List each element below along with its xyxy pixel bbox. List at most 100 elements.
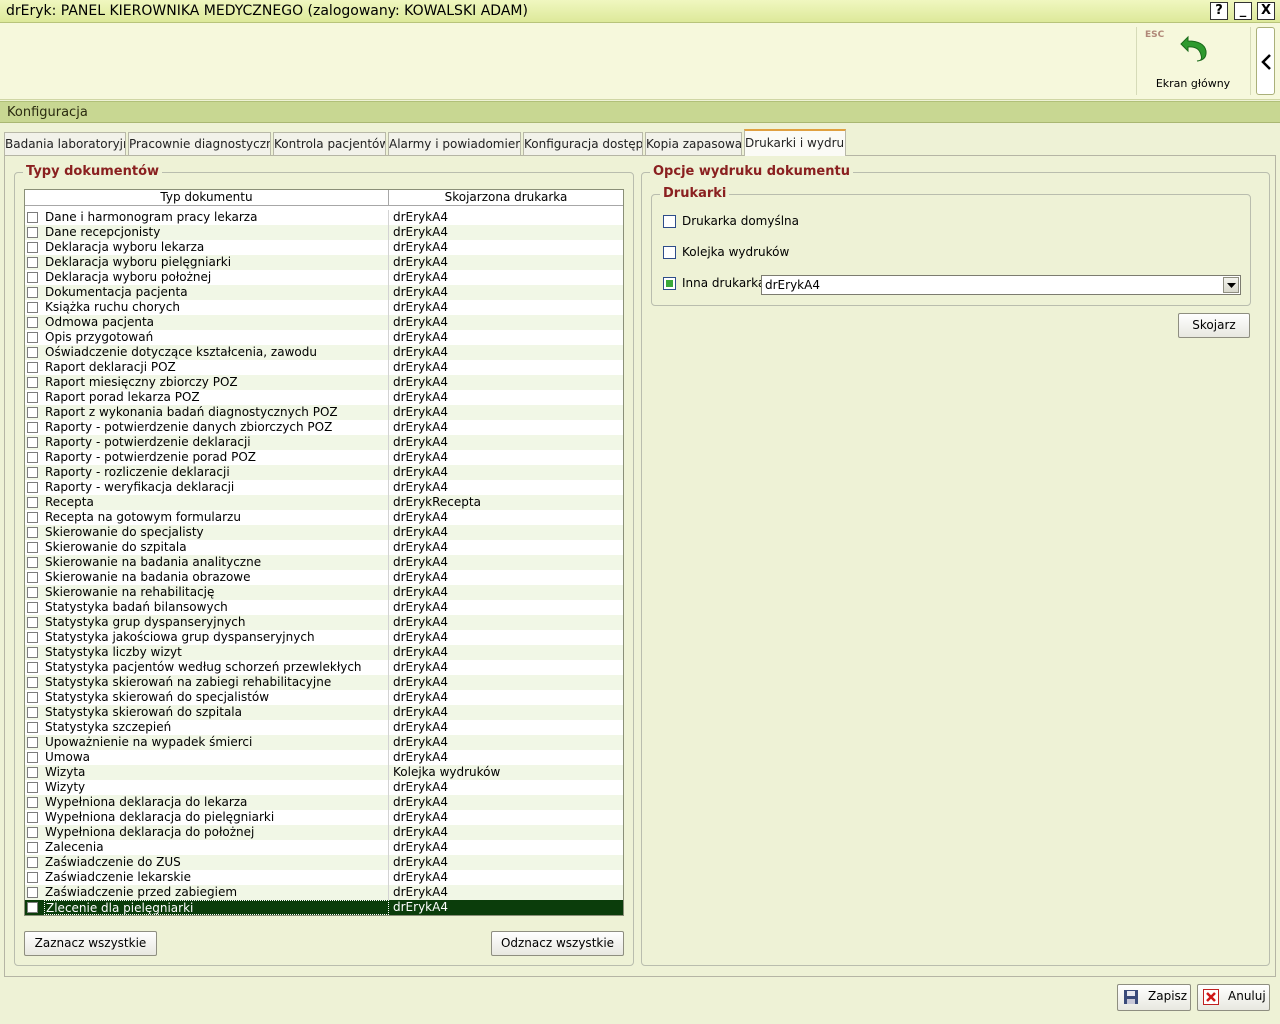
table-row[interactable]: Umowa drErykA4 (25, 750, 623, 765)
print-queue-checkbox[interactable] (663, 246, 676, 259)
row-checkbox[interactable] (27, 707, 38, 718)
row-checkbox[interactable] (27, 902, 38, 913)
table-row[interactable]: Statystyka badań bilansowych drErykA4 (25, 600, 623, 615)
row-checkbox[interactable] (27, 407, 38, 418)
default-printer-checkbox[interactable] (663, 215, 676, 228)
table-row[interactable]: Statystyka pacjentów według schorzeń prz… (25, 660, 623, 675)
table-row[interactable]: Raport deklaracji POZ drErykA4 (25, 360, 623, 375)
table-row[interactable]: Raporty - potwierdzenie porad POZ drErykA… (25, 450, 623, 465)
row-checkbox[interactable] (27, 812, 38, 823)
row-checkbox[interactable] (27, 257, 38, 268)
row-checkbox[interactable] (27, 272, 38, 283)
row-checkbox[interactable] (27, 227, 38, 238)
row-checkbox[interactable] (27, 737, 38, 748)
row-checkbox[interactable] (27, 842, 38, 853)
table-row[interactable]: Recepta drErykRecepta (25, 495, 623, 510)
row-checkbox[interactable] (27, 332, 38, 343)
table-row[interactable]: Oświadczenie dotyczące kształcenia, zawo… (25, 345, 623, 360)
other-printer-select[interactable]: drErykA4 (761, 275, 1241, 295)
table-row[interactable]: Statystyka jakościowa grup dyspanseryjny… (25, 630, 623, 645)
table-row[interactable]: Wizyty drErykA4 (25, 780, 623, 795)
row-checkbox[interactable] (27, 482, 38, 493)
row-checkbox[interactable] (27, 617, 38, 628)
table-row[interactable]: Statystyka skierowań do szpitala drErykA4 (25, 705, 623, 720)
row-checkbox[interactable] (27, 377, 38, 388)
table-row[interactable]: Skierowanie na badania obrazowe drErykA4 (25, 570, 623, 585)
row-checkbox[interactable] (27, 857, 38, 868)
row-checkbox[interactable] (27, 542, 38, 553)
collapse-panel-button[interactable] (1256, 27, 1275, 95)
tab-kontrola-pacjentow[interactable]: Kontrola pacjentów (273, 132, 386, 156)
table-row[interactable]: Książka ruchu chorych drErykA4 (25, 300, 623, 315)
table-row[interactable]: Statystyka skierowań na zabiegi rehabili… (25, 675, 623, 690)
help-button[interactable]: ? (1210, 2, 1228, 20)
table-row[interactable]: Skierowanie do specjalisty drErykA4 (25, 525, 623, 540)
row-checkbox[interactable] (27, 242, 38, 253)
home-screen-button[interactable]: Ekran główny (1146, 31, 1240, 95)
row-checkbox[interactable] (27, 572, 38, 583)
table-row[interactable]: Wypełniona deklaracja do pielęgniarki drE… (25, 810, 623, 825)
cancel-button[interactable]: Anuluj (1197, 984, 1270, 1011)
row-checkbox[interactable] (27, 602, 38, 613)
row-checkbox[interactable] (27, 692, 38, 703)
row-checkbox[interactable] (27, 437, 38, 448)
table-row[interactable]: Raport z wykonania badań diagnostycznych… (25, 405, 623, 420)
doc-types-table[interactable]: Typ dokumentu Skojarzona drukarka Dane i… (24, 189, 624, 916)
table-row[interactable]: Zlecenie dla pielęgniarki drErykA4 (25, 900, 623, 915)
table-row[interactable]: Zalecenia drErykA4 (25, 840, 623, 855)
tab-badania-laboratoryjne[interactable]: Badania laboratoryjne (4, 132, 126, 156)
table-row[interactable]: Dane i harmonogram pracy lekarza drErykA4 (25, 210, 623, 225)
tab-konfiguracja-dostepu[interactable]: Konfiguracja dostępu (523, 132, 643, 156)
row-checkbox[interactable] (27, 632, 38, 643)
select-all-button[interactable]: Zaznacz wszystkie (24, 931, 157, 956)
row-checkbox[interactable] (27, 512, 38, 523)
row-checkbox[interactable] (27, 782, 38, 793)
row-checkbox[interactable] (27, 497, 38, 508)
row-checkbox[interactable] (27, 677, 38, 688)
associate-button[interactable]: Skojarz (1178, 313, 1250, 338)
row-checkbox[interactable] (27, 872, 38, 883)
table-row[interactable]: Deklaracja wyboru pielęgniarki drErykA4 (25, 255, 623, 270)
deselect-all-button[interactable]: Odznacz wszystkie (491, 931, 624, 956)
save-button[interactable]: Zapisz (1117, 984, 1191, 1011)
minimize-button[interactable]: _ (1234, 2, 1252, 20)
table-row[interactable]: Wypełniona deklaracja do lekarza drErykA4 (25, 795, 623, 810)
table-row[interactable]: Skierowanie na rehabilitację drErykA4 (25, 585, 623, 600)
row-checkbox[interactable] (27, 362, 38, 373)
tab-pracownie-diagnostyczne[interactable]: Pracownie diagnostyczne (128, 132, 271, 156)
row-checkbox[interactable] (27, 647, 38, 658)
table-row[interactable]: Raporty - rozliczenie deklaracji drErykA4 (25, 465, 623, 480)
table-row[interactable]: Opis przygotowań drErykA4 (25, 330, 623, 345)
column-header-type[interactable]: Typ dokumentu (25, 190, 389, 206)
table-row[interactable]: Wizyta Kolejka wydruków (25, 765, 623, 780)
row-checkbox[interactable] (27, 467, 38, 478)
table-row[interactable]: Zaświadczenie przed zabiegiem drErykA4 (25, 885, 623, 900)
row-checkbox[interactable] (27, 557, 38, 568)
row-checkbox[interactable] (27, 722, 38, 733)
tab-drukarki-i-wydruki[interactable]: Drukarki i wydruki (744, 129, 846, 156)
table-row[interactable]: Raport porad lekarza POZ drErykA4 (25, 390, 623, 405)
row-checkbox[interactable] (27, 422, 38, 433)
row-checkbox[interactable] (27, 827, 38, 838)
table-row[interactable]: Wypełniona deklaracja do położnej drErykA… (25, 825, 623, 840)
table-row[interactable]: Dane recepcjonisty drErykA4 (25, 225, 623, 240)
close-button[interactable]: X (1257, 2, 1275, 20)
other-printer-checkbox[interactable] (663, 277, 676, 290)
table-row[interactable]: Zaświadczenie do ZUS drErykA4 (25, 855, 623, 870)
table-row[interactable]: Raporty - weryfikacja deklaracji drErykA4 (25, 480, 623, 495)
table-row[interactable]: Statystyka szczepień drErykA4 (25, 720, 623, 735)
row-checkbox[interactable] (27, 767, 38, 778)
table-row[interactable]: Statystyka liczby wizyt drErykA4 (25, 645, 623, 660)
row-checkbox[interactable] (27, 287, 38, 298)
row-checkbox[interactable] (27, 347, 38, 358)
row-checkbox[interactable] (27, 302, 38, 313)
row-checkbox[interactable] (27, 797, 38, 808)
table-row[interactable]: Skierowanie do szpitala drErykA4 (25, 540, 623, 555)
tab-kopia-zapasowa[interactable]: Kopia zapasowa (645, 132, 742, 156)
row-checkbox[interactable] (27, 887, 38, 898)
row-checkbox[interactable] (27, 317, 38, 328)
column-header-printer[interactable]: Skojarzona drukarka (389, 190, 623, 206)
tab-alarmy-i-powiadomienia[interactable]: Alarmy i powiadomienia (388, 132, 521, 156)
row-checkbox[interactable] (27, 752, 38, 763)
table-row[interactable]: Deklaracja wyboru położnej drErykA4 (25, 270, 623, 285)
